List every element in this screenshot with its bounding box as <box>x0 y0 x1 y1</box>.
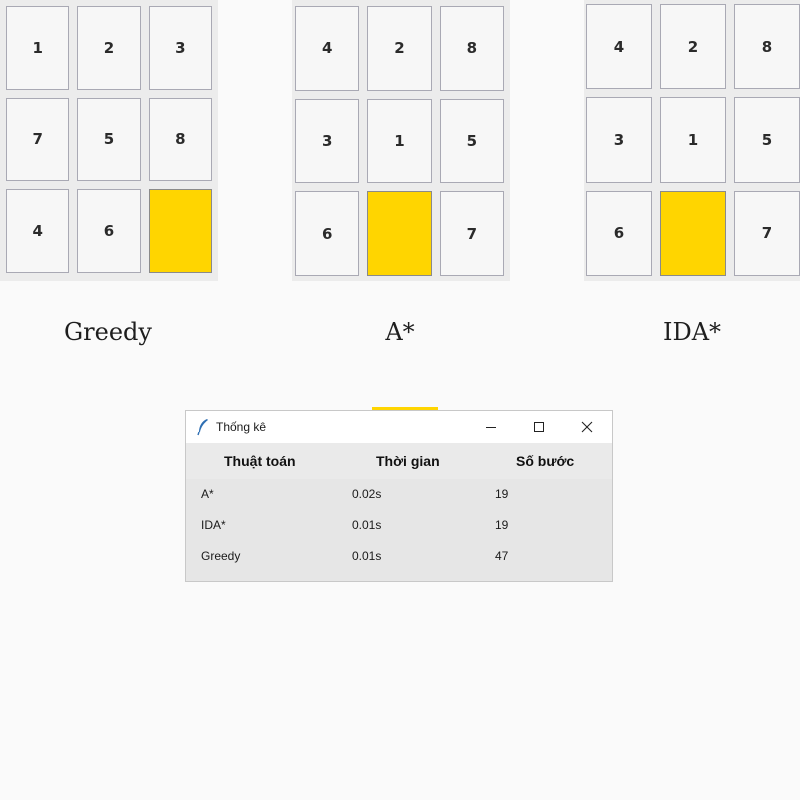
puzzle-tile[interactable]: 6 <box>77 189 141 273</box>
table-row[interactable]: Greedy 0.01s 47 <box>186 541 612 571</box>
greedy-label: Greedy <box>64 318 152 346</box>
puzzle-comparison-screen: 1 2 3 7 5 8 4 6 4 2 8 3 1 5 6 7 4 2 8 3 … <box>0 0 800 800</box>
cell-steps: 19 <box>495 518 509 532</box>
feather-icon <box>196 418 210 436</box>
cell-time: 0.01s <box>352 518 382 532</box>
cell-time: 0.01s <box>352 549 382 563</box>
puzzle-tile[interactable]: 2 <box>77 6 141 90</box>
puzzle-tile[interactable]: 1 <box>660 97 726 183</box>
stats-window: Thống kê Thuật toán Thời gian Số bước A*… <box>185 410 613 582</box>
cell-algorithm: A* <box>201 487 214 501</box>
close-icon <box>581 421 593 433</box>
window-title: Thống kê <box>216 420 267 434</box>
column-header-time[interactable]: Thời gian <box>376 453 440 469</box>
column-header-steps[interactable]: Số bước <box>516 453 574 469</box>
puzzle-tile[interactable]: 3 <box>148 6 212 90</box>
astar-label: A* <box>385 318 415 346</box>
table-row[interactable]: IDA* 0.01s 19 <box>186 510 612 540</box>
greedy-puzzle-board: 1 2 3 7 5 8 4 6 <box>0 0 218 281</box>
minimize-button[interactable] <box>468 411 514 443</box>
stats-table-header: Thuật toán Thời gian Số bước <box>186 443 612 479</box>
puzzle-tile[interactable]: 7 <box>439 191 504 276</box>
puzzle-tile[interactable]: 6 <box>295 191 360 276</box>
cell-algorithm: IDA* <box>201 518 226 532</box>
column-header-algorithm[interactable]: Thuật toán <box>224 453 296 469</box>
puzzle-tile[interactable]: 3 <box>586 97 652 183</box>
puzzle-tile[interactable]: 7 <box>734 190 800 276</box>
puzzle-tile[interactable]: 4 <box>6 189 70 273</box>
puzzle-tile[interactable]: 6 <box>586 190 652 276</box>
cell-steps: 19 <box>495 487 509 501</box>
cell-steps: 47 <box>495 549 509 563</box>
puzzle-tile[interactable]: 8 <box>148 97 212 182</box>
blank-tile[interactable] <box>148 189 212 273</box>
puzzle-tile[interactable]: 5 <box>77 97 141 182</box>
ida-label: IDA* <box>662 318 722 346</box>
table-row[interactable]: A* 0.02s 19 <box>186 479 612 509</box>
puzzle-tile[interactable]: 5 <box>439 98 504 184</box>
puzzle-tile[interactable]: 4 <box>295 6 360 91</box>
puzzle-tile[interactable]: 1 <box>6 6 70 90</box>
cell-time: 0.02s <box>352 487 382 501</box>
cell-algorithm: Greedy <box>201 549 241 563</box>
puzzle-tile[interactable]: 8 <box>734 4 800 90</box>
puzzle-tile[interactable]: 2 <box>660 4 726 90</box>
puzzle-tile[interactable]: 2 <box>367 6 432 91</box>
ida-puzzle-board: 4 2 8 3 1 5 6 7 <box>584 0 800 281</box>
astar-puzzle-board: 4 2 8 3 1 5 6 7 <box>292 0 510 281</box>
puzzle-tile[interactable]: 5 <box>734 97 800 183</box>
puzzle-tile[interactable]: 3 <box>295 98 360 184</box>
window-titlebar[interactable]: Thống kê <box>186 411 612 443</box>
puzzle-tile[interactable]: 1 <box>367 98 432 184</box>
blank-tile[interactable] <box>367 191 432 276</box>
maximize-icon <box>534 422 544 432</box>
blank-tile[interactable] <box>660 190 726 276</box>
puzzle-tile[interactable]: 4 <box>586 4 652 90</box>
puzzle-tile[interactable]: 8 <box>439 6 504 91</box>
puzzle-tile[interactable]: 7 <box>6 97 70 182</box>
close-button[interactable] <box>564 411 610 443</box>
maximize-button[interactable] <box>516 411 562 443</box>
minimize-icon <box>486 427 496 428</box>
